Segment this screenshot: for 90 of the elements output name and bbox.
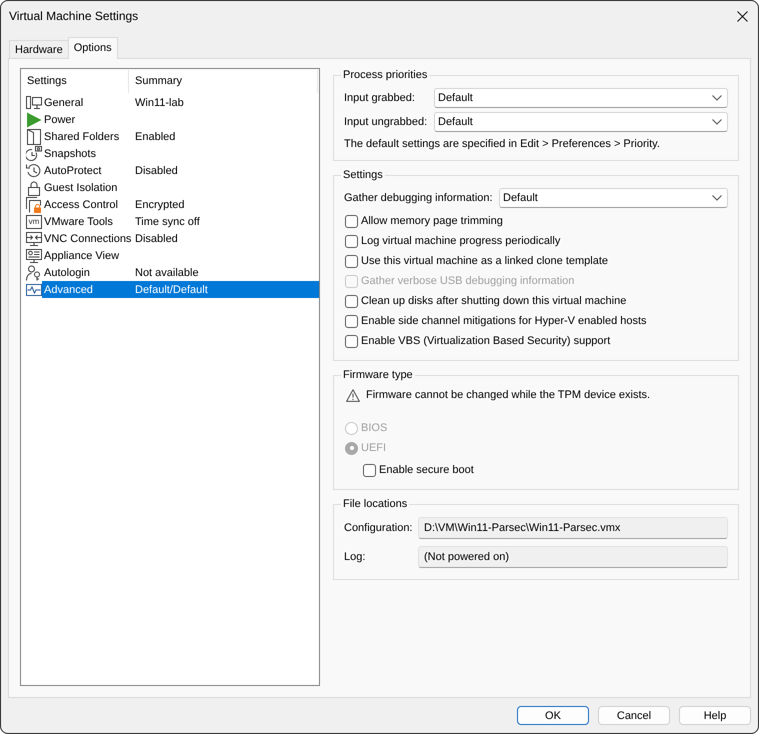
setting-name: Appliance View <box>43 250 120 262</box>
setting-summary: Encrypted <box>135 198 185 210</box>
checkbox-label: Enable VBS (Virtualization Based Security) support <box>361 335 610 347</box>
setting-name: VNC Connections <box>43 232 132 244</box>
setting-name: VMware Tools <box>43 216 114 228</box>
warning-icon <box>346 388 360 402</box>
history-icon <box>26 162 42 178</box>
clock-camera-icon <box>26 146 42 162</box>
chevron-down-icon <box>712 95 722 101</box>
field-label: Input ungrabbed: <box>344 116 428 128</box>
field-label: Configuration: <box>344 522 414 534</box>
door-icon <box>26 128 42 144</box>
padlock-icon <box>26 180 42 196</box>
field-label: Gather debugging information: <box>344 192 494 204</box>
setting-summary: Time sync off <box>135 216 200 228</box>
setting-name: Advanced <box>43 284 94 296</box>
settings-list-item[interactable]: Shared Folders Enabled <box>42 128 319 145</box>
settings-list-item[interactable]: Autologin Not available <box>42 264 319 281</box>
tab[interactable]: Hardware <box>9 40 69 58</box>
dialog-button[interactable]: OK <box>517 706 589 725</box>
settings-list-item[interactable]: VNC Connections Disabled <box>42 230 319 247</box>
checkbox-label: Clean up disks after shutting down this virtual machine <box>361 295 626 307</box>
dropdown[interactable]: Default <box>499 188 728 208</box>
settings-list-item[interactable]: General Win11-lab <box>42 94 319 111</box>
group-title: Process priorities <box>342 68 428 82</box>
checkbox[interactable] <box>363 464 376 476</box>
settings-list-item[interactable]: Power <box>42 111 319 128</box>
chevron-down-icon <box>712 119 722 125</box>
settings-list-item[interactable]: VMware Tools Time sync off <box>42 213 319 230</box>
close-icon <box>736 10 748 22</box>
settings-list-item[interactable]: Access Control Encrypted <box>42 196 319 213</box>
group-title: Settings <box>342 168 384 182</box>
dialog-button[interactable]: Help <box>679 706 751 725</box>
dialog-button[interactable]: Cancel <box>598 706 670 725</box>
group-title: Firmware type <box>342 368 414 382</box>
checkbox[interactable] <box>345 334 358 348</box>
pulse-icon <box>26 282 42 298</box>
setting-summary: Disabled <box>135 164 178 176</box>
checkbox[interactable] <box>345 254 358 268</box>
setting-name: Power <box>43 114 76 126</box>
settings-list-item[interactable]: AutoProtect Disabled <box>42 162 319 179</box>
window-lock-icon <box>26 196 42 212</box>
setting-name: Autologin <box>43 266 91 278</box>
setting-name: General <box>43 96 84 108</box>
setting-summary: Default/Default <box>135 284 208 296</box>
setting-name: Access Control <box>43 198 119 210</box>
setting-summary: Enabled <box>135 130 176 142</box>
dropdown[interactable]: Default <box>434 112 728 132</box>
checkbox-label: Allow memory page trimming <box>361 215 503 227</box>
checkbox[interactable] <box>345 294 358 308</box>
setting-summary: Win11-lab <box>135 96 184 108</box>
display-arrows-icon <box>26 230 42 246</box>
setting-summary: Disabled <box>135 232 178 244</box>
group-title: File locations <box>342 497 408 511</box>
checkbox[interactable] <box>345 314 358 328</box>
vm-badge: vm <box>26 214 42 228</box>
chevron-down-icon <box>712 195 722 201</box>
play-icon <box>26 112 42 128</box>
checkbox-label: Use this virtual machine as a linked clone template <box>361 255 608 267</box>
settings-list-item[interactable]: Appliance View <box>42 247 319 264</box>
setting-summary: Not available <box>135 266 199 278</box>
settings-list-item[interactable]: Guest Isolation <box>42 179 319 196</box>
radio-label: UEFI <box>361 442 386 454</box>
checkbox-label: Gather verbose USB debugging information <box>361 275 574 287</box>
checkbox[interactable] <box>345 214 358 228</box>
computer-icon <box>26 94 42 110</box>
path-field[interactable]: D:\VM\Win11-Parsec\Win11-Parsec.vmx <box>418 517 728 539</box>
column-header[interactable]: Summary <box>129 70 318 93</box>
user-key-icon <box>26 264 42 280</box>
checkbox-label: Log virtual machine progress periodically <box>361 235 560 247</box>
window-title: Virtual Machine Settings <box>9 9 138 23</box>
warning-text: Firmware cannot be changed while the TPM device exists. <box>366 389 650 401</box>
monitor-panel-icon <box>26 248 42 264</box>
field-label: Input grabbed: <box>344 92 416 104</box>
dropdown[interactable]: Default <box>434 88 728 108</box>
settings-list-item[interactable]: Advanced Default/Default <box>42 281 319 298</box>
setting-name: Shared Folders <box>43 130 120 142</box>
column-header[interactable]: Settings <box>21 70 129 93</box>
setting-name: Guest Isolation <box>43 182 118 194</box>
field-label: Log: <box>344 551 366 563</box>
checkbox-label: Enable secure boot <box>379 464 474 476</box>
setting-name: Snapshots <box>43 148 97 160</box>
setting-name: AutoProtect <box>43 164 102 176</box>
note-text: The default settings are specified in Edit > Preferences > Priority. <box>344 137 661 151</box>
tab[interactable]: Options <box>68 37 118 59</box>
path-field[interactable]: (Not powered on) <box>418 546 728 568</box>
checkbox[interactable] <box>345 234 358 248</box>
radio-label: BIOS <box>361 422 388 434</box>
settings-list-item[interactable]: Snapshots <box>42 145 319 162</box>
checkbox-label: Enable side channel mitigations for Hyper-V enabled hosts <box>361 315 647 327</box>
